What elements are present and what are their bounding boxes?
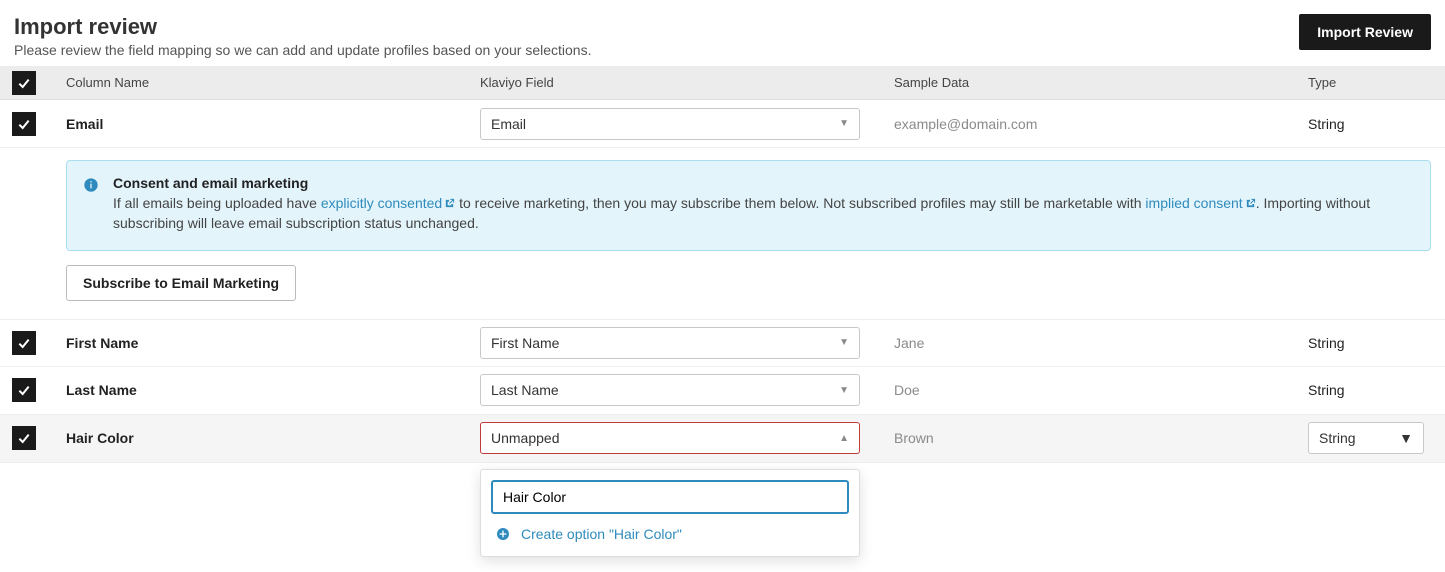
mapping-row-last-name: Last Name Last Name ▼ Doe String [0,367,1445,415]
mapping-row-hair-color: Hair Color Unmapped ▲ Brown String ▼ [0,415,1445,463]
consent-info-alert: Consent and email marketing If all email… [66,160,1431,251]
select-value: Unmapped [491,430,560,446]
mapping-row-first-name: First Name First Name ▼ Jane String [0,319,1445,367]
column-name-label: Hair Color [66,430,480,446]
type-value: String [1308,116,1445,132]
external-link-icon [1245,198,1256,209]
select-value: Email [491,116,526,132]
create-option-label: Create option "Hair Color" [521,526,682,542]
alert-title: Consent and email marketing [113,175,1414,191]
type-select-value: String [1319,430,1356,446]
dropdown-search-input[interactable] [491,480,849,514]
page-subtitle: Please review the field mapping so we ca… [14,42,591,58]
alert-body: If all emails being uploaded have explic… [113,193,1414,234]
column-header-type: Type [1308,75,1445,90]
page-title: Import review [14,14,591,40]
sample-data-value: Doe [894,382,1308,398]
caret-up-icon: ▲ [839,433,849,444]
row-checkbox[interactable] [12,331,36,355]
caret-down-icon: ▼ [839,385,849,396]
sample-data-value: example@domain.com [894,116,1308,132]
caret-down-icon: ▼ [839,118,849,129]
sample-data-value: Jane [894,335,1308,351]
column-header-name: Column Name [66,75,480,90]
row-checkbox[interactable] [12,378,36,402]
caret-down-icon: ▼ [839,337,849,348]
alert-text-pre: If all emails being uploaded have [113,195,321,211]
plus-circle-icon [495,526,511,542]
page-header: Import review Please review the field ma… [0,0,1445,66]
klaviyo-field-select[interactable]: Unmapped ▲ [480,422,860,454]
column-name-label: Last Name [66,382,480,398]
column-name-label: First Name [66,335,480,351]
implied-consent-link[interactable]: implied consent [1145,195,1255,211]
explicitly-consented-link[interactable]: explicitly consented [321,195,455,211]
column-header-field: Klaviyo Field [480,75,894,90]
type-value: String [1308,382,1445,398]
select-value: First Name [491,335,559,351]
type-value: String [1308,335,1445,351]
caret-down-icon: ▼ [1399,430,1413,446]
type-select[interactable]: String ▼ [1308,422,1424,454]
row-checkbox[interactable] [12,426,36,450]
field-select-dropdown: Create option "Hair Color" [480,469,860,557]
import-review-button[interactable]: Import Review [1299,14,1431,50]
subscribe-email-marketing-button[interactable]: Subscribe to Email Marketing [66,265,296,301]
sample-data-value: Brown [894,430,1308,446]
klaviyo-field-select[interactable]: Last Name ▼ [480,374,860,406]
table-header-row: Column Name Klaviyo Field Sample Data Ty… [0,66,1445,100]
column-name-label: Email [66,116,480,132]
info-icon [83,177,99,193]
select-all-checkbox[interactable] [12,71,36,95]
mapping-row-email: Email Email ▼ example@domain.com String [0,100,1445,148]
klaviyo-field-select[interactable]: First Name ▼ [480,327,860,359]
column-header-sample: Sample Data [894,75,1308,90]
select-value: Last Name [491,382,559,398]
create-option-item[interactable]: Create option "Hair Color" [491,514,849,546]
alert-text-mid: to receive marketing, then you may subsc… [455,195,1145,211]
external-link-icon [444,198,455,209]
row-checkbox[interactable] [12,112,36,136]
klaviyo-field-select[interactable]: Email ▼ [480,108,860,140]
